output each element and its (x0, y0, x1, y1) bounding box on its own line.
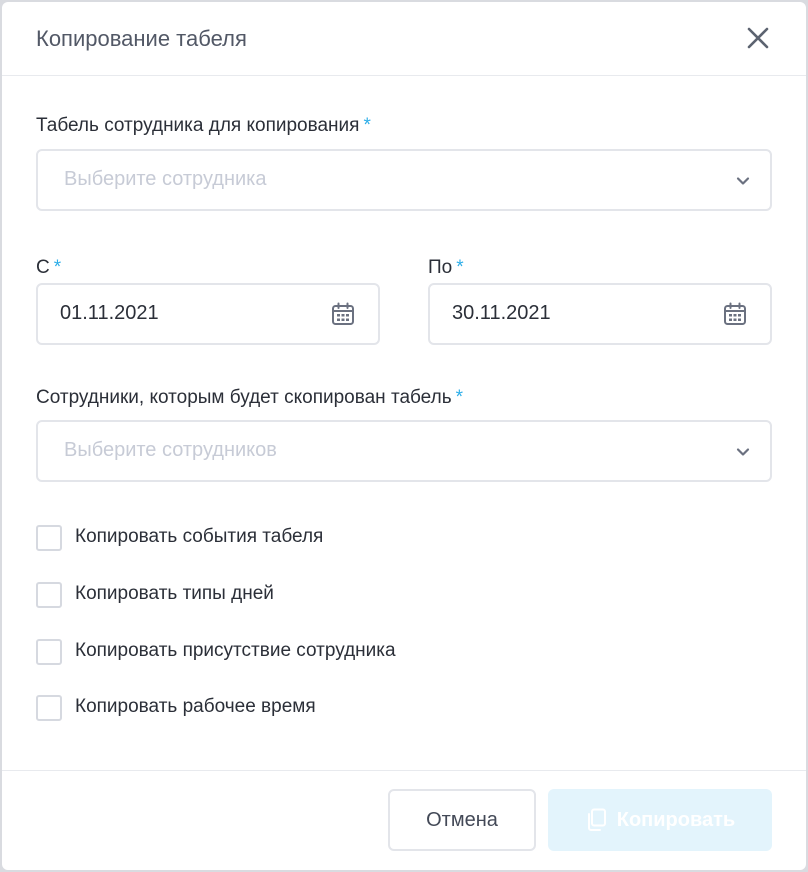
target-employees-label-text: Сотрудники, которым будет скопирован таб… (36, 387, 452, 408)
target-employees-placeholder: Выберите сотрудников (64, 439, 277, 461)
required-mark: * (456, 257, 464, 278)
date-to-label-text: По (428, 257, 453, 278)
dialog-title: Копирование табеля (36, 26, 247, 51)
target-employees-label: Сотрудники, которым будет скопирован таб… (36, 387, 463, 409)
copy-button[interactable]: Копировать (548, 789, 772, 851)
copy-icon (587, 808, 606, 831)
required-mark: * (53, 257, 62, 278)
copy-presence-label: Копировать присутствие сотрудника (75, 640, 396, 661)
date-from-value: 01.11.2021 (60, 302, 159, 324)
dialog-header: Копирование табеля (2, 2, 806, 76)
calendar-icon[interactable] (722, 301, 748, 327)
source-employee-label: Табель сотрудника для копирования * (36, 115, 371, 137)
dialog-footer: Отмена Копировать (2, 770, 806, 870)
required-mark: * (455, 387, 464, 408)
copy-events-label: Копировать события табеля (75, 526, 324, 547)
required-mark: * (363, 115, 371, 136)
source-employee-select[interactable]: Выберите сотрудника (36, 149, 772, 211)
copy-events-checkbox-row[interactable]: Копировать события табеля (36, 524, 536, 552)
calendar-icon[interactable] (330, 301, 356, 327)
target-employees-select[interactable]: Выберите сотрудников (36, 420, 772, 482)
source-employee-label-text: Табель сотрудника для копирования (36, 115, 360, 136)
copy-work-time-checkbox[interactable] (36, 695, 62, 721)
chevron-down-icon (736, 177, 750, 185)
chevron-down-icon (736, 448, 750, 456)
date-to-value: 30.11.2021 (452, 302, 551, 324)
copy-presence-checkbox-row[interactable]: Копировать присутствие сотрудника (36, 638, 536, 666)
date-from-input[interactable]: 01.11.2021 (36, 283, 380, 345)
copy-button-label: Копировать (616, 808, 736, 831)
cancel-button[interactable]: Отмена (388, 789, 536, 851)
date-from-label: С * (36, 257, 61, 279)
copy-day-types-label: Копировать типы дней (75, 583, 274, 604)
close-button[interactable] (744, 24, 772, 52)
copy-timesheet-dialog: Копирование табеля Табель сотрудника для… (2, 2, 806, 870)
copy-day-types-checkbox-row[interactable]: Копировать типы дней (36, 581, 536, 609)
close-icon (747, 27, 769, 49)
copy-work-time-label: Копировать рабочее время (75, 696, 316, 717)
copy-day-types-checkbox[interactable] (36, 582, 62, 608)
date-to-label: По * (428, 257, 464, 279)
source-employee-placeholder: Выберите сотрудника (64, 168, 267, 190)
copy-presence-checkbox[interactable] (36, 639, 62, 665)
date-from-label-text: С (36, 257, 50, 278)
copy-work-time-checkbox-row[interactable]: Копировать рабочее время (36, 694, 536, 722)
copy-events-checkbox[interactable] (36, 525, 62, 551)
date-to-input[interactable]: 30.11.2021 (428, 283, 772, 345)
